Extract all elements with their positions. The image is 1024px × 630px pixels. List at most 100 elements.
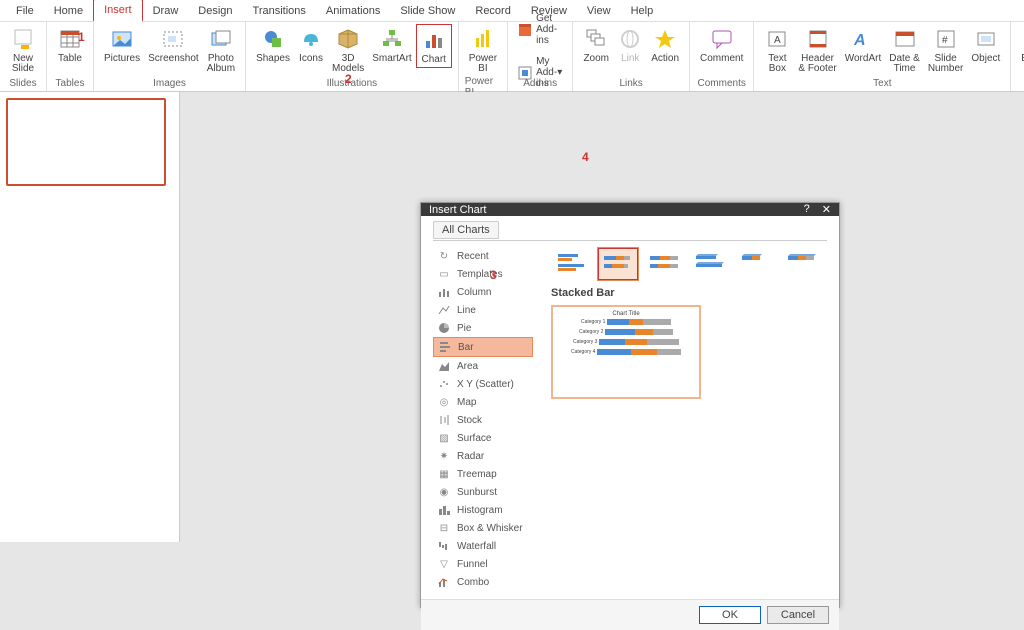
- group-addins-label: Add-ins: [523, 78, 557, 89]
- chart-preview[interactable]: Chart Title Category 1 Category 2 Catego…: [551, 305, 701, 399]
- date-time-label: Date & Time: [889, 54, 920, 74]
- shapes-icon: [260, 26, 286, 52]
- tab-slideshow[interactable]: Slide Show: [390, 1, 465, 21]
- templates-icon: ▭: [437, 267, 451, 281]
- get-addins-button[interactable]: Get Add-ins: [514, 11, 566, 48]
- tab-file[interactable]: File: [6, 1, 44, 21]
- 3d-models-label: 3D Models: [332, 54, 364, 74]
- cat-bar[interactable]: Bar: [433, 337, 533, 357]
- object-button[interactable]: Object: [967, 24, 1004, 66]
- dialog-tab-allcharts[interactable]: All Charts: [433, 221, 499, 239]
- wordart-label: WordArt: [845, 54, 882, 64]
- subtype-title: Stacked Bar: [551, 287, 827, 299]
- cat-histogram[interactable]: Histogram: [433, 501, 533, 519]
- equation-button[interactable]: π Equation: [1017, 24, 1024, 66]
- group-addins: Get Add-ins My Add-ins ▾ Add-ins: [508, 22, 573, 91]
- preview-row: Category 4: [571, 349, 681, 355]
- subtype-100-stacked-bar[interactable]: [643, 247, 685, 281]
- cat-map-label: Map: [457, 397, 476, 408]
- svg-text:A: A: [774, 35, 781, 46]
- chart-button[interactable]: Chart: [416, 24, 452, 68]
- comment-button[interactable]: Comment: [696, 24, 747, 66]
- tab-animations[interactable]: Animations: [316, 1, 390, 21]
- link-button[interactable]: Link: [613, 24, 647, 66]
- header-footer-button[interactable]: Header & Footer: [794, 24, 840, 76]
- cat-sunburst[interactable]: ◉Sunburst: [433, 483, 533, 501]
- tab-insert[interactable]: Insert: [93, 0, 143, 22]
- slide-thumbnail-1[interactable]: [6, 98, 166, 186]
- icons-button[interactable]: Icons: [294, 24, 328, 66]
- cat-area[interactable]: Area: [433, 357, 533, 375]
- slide-number-button[interactable]: # Slide Number: [924, 24, 968, 76]
- tab-design[interactable]: Design: [188, 1, 242, 21]
- cat-boxwhisker[interactable]: ⊟Box & Whisker: [433, 519, 533, 537]
- tab-transitions[interactable]: Transitions: [243, 1, 316, 21]
- tab-view[interactable]: View: [577, 1, 621, 21]
- ribbon: New Slide Slides Table Tables Pictures: [0, 22, 1024, 92]
- smartart-button[interactable]: SmartArt: [368, 24, 415, 66]
- radar-icon: ✷: [437, 449, 451, 463]
- cat-funnel[interactable]: ▽Funnel: [433, 555, 533, 573]
- photo-album-button[interactable]: Photo Album: [203, 24, 239, 76]
- cube-icon: [335, 26, 361, 52]
- annotation-3: 3: [490, 268, 497, 282]
- cat-histogram-label: Histogram: [457, 505, 503, 516]
- subtype-3d-stacked-bar[interactable]: [735, 247, 777, 281]
- group-powerbi: Power BI Power BI: [459, 22, 508, 91]
- group-comments: Comment Comments: [690, 22, 754, 91]
- cat-line[interactable]: Line: [433, 301, 533, 319]
- action-button[interactable]: Action: [647, 24, 683, 66]
- scatter-icon: [437, 377, 451, 391]
- text-box-button[interactable]: A Text Box: [760, 24, 794, 76]
- cat-waterfall[interactable]: Waterfall: [433, 537, 533, 555]
- cat-stock[interactable]: Stock: [433, 411, 533, 429]
- tab-help[interactable]: Help: [621, 1, 664, 21]
- comment-icon: [709, 26, 735, 52]
- zoom-label: Zoom: [583, 54, 609, 64]
- cat-map[interactable]: ◎ Map: [433, 393, 533, 411]
- tab-record[interactable]: Record: [465, 1, 520, 21]
- zoom-button[interactable]: Zoom: [579, 24, 613, 66]
- cat-treemap[interactable]: ▦Treemap: [433, 465, 533, 483]
- wordart-button[interactable]: A WordArt: [841, 24, 886, 66]
- shapes-button[interactable]: Shapes: [252, 24, 294, 66]
- action-icon: [652, 26, 678, 52]
- cat-surface-label: Surface: [457, 433, 491, 444]
- subtype-clustered-bar[interactable]: [551, 247, 593, 281]
- cat-line-label: Line: [457, 305, 476, 316]
- zoom-icon: [583, 26, 609, 52]
- cat-combo[interactable]: Combo: [433, 573, 533, 591]
- subtype-3d-100-stacked-bar[interactable]: [781, 247, 823, 281]
- group-links-label: Links: [619, 78, 642, 89]
- group-text-label: Text: [873, 78, 891, 89]
- new-slide-button[interactable]: New Slide: [6, 24, 40, 76]
- tab-draw[interactable]: Draw: [143, 1, 189, 21]
- map-icon: ◎: [437, 395, 451, 409]
- date-time-button[interactable]: Date & Time: [885, 24, 924, 76]
- preview-row: Category 2: [579, 329, 673, 335]
- screenshot-button[interactable]: Screenshot: [144, 24, 203, 66]
- pie-icon: [437, 321, 451, 335]
- link-icon: [617, 26, 643, 52]
- cat-templates[interactable]: ▭Templates: [433, 265, 533, 283]
- subtype-stacked-bar[interactable]: [597, 247, 639, 281]
- cat-pie[interactable]: Pie: [433, 319, 533, 337]
- power-bi-button[interactable]: Power BI: [465, 24, 501, 76]
- cat-scatter[interactable]: X Y (Scatter): [433, 375, 533, 393]
- cat-surface[interactable]: ▨Surface: [433, 429, 533, 447]
- tab-home[interactable]: Home: [44, 1, 93, 21]
- annotation-2: 2: [345, 72, 352, 86]
- 3d-models-button[interactable]: 3D Models: [328, 24, 368, 76]
- header-footer-icon: [805, 26, 831, 52]
- dialog-ok-button[interactable]: OK: [699, 606, 761, 624]
- cat-column[interactable]: Column: [433, 283, 533, 301]
- subtype-3d-clustered-bar[interactable]: [689, 247, 731, 281]
- pictures-button[interactable]: Pictures: [100, 24, 144, 66]
- cat-radar[interactable]: ✷Radar: [433, 447, 533, 465]
- pictures-icon: [109, 26, 135, 52]
- date-time-icon: [892, 26, 918, 52]
- dialog-help-button[interactable]: ?: [804, 203, 810, 216]
- dialog-close-button[interactable]: ✕: [822, 203, 831, 216]
- dialog-cancel-button[interactable]: Cancel: [767, 606, 829, 624]
- cat-recent[interactable]: ↻Recent: [433, 247, 533, 265]
